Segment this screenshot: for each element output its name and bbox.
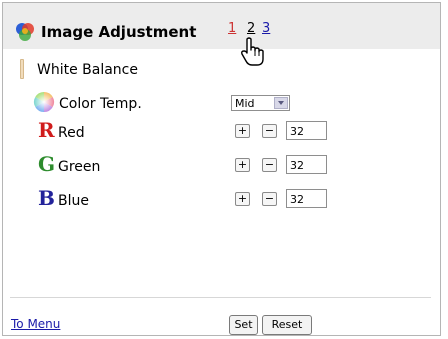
set-button[interactable]: Set [229,315,258,335]
page-link-2[interactable]: 2 [247,21,255,36]
blue-increase-button[interactable]: + [235,192,250,206]
red-increase-button[interactable]: + [235,124,250,138]
section-title: White Balance [37,62,138,78]
blue-decrease-button[interactable]: − [262,192,277,206]
green-decrease-button[interactable]: − [262,158,277,172]
blue-label: Blue [58,193,89,209]
header-bar: Image Adjustment 1 2 3 [3,3,440,66]
chevron-down-icon[interactable] [274,97,288,109]
green-letter-icon: G [38,152,56,176]
footer-divider [10,297,431,298]
image-adjustment-icon [16,23,34,41]
page-link-3[interactable]: 3 [262,21,270,36]
blue-letter-icon: B [38,186,55,210]
settings-panel: Image Adjustment 1 2 3 White Balance Col… [2,2,441,336]
color-temp-label: Color Temp. [59,96,142,112]
red-label: Red [58,125,85,141]
color-wheel-icon [33,91,55,113]
color-temp-value: Mid [235,97,255,110]
red-decrease-button[interactable]: − [262,124,277,138]
page-link-1[interactable]: 1 [228,21,236,36]
to-menu-link[interactable]: To Menu [11,317,60,331]
green-value-input[interactable]: 32 [286,155,327,174]
color-temp-select[interactable]: Mid [231,95,290,111]
green-label: Green [58,159,101,175]
red-value-input[interactable]: 32 [286,121,327,140]
page-title: Image Adjustment [41,23,197,41]
blue-value-input[interactable]: 32 [286,189,327,208]
green-increase-button[interactable]: + [235,158,250,172]
red-letter-icon: R [38,118,55,142]
reset-button[interactable]: Reset [262,315,312,335]
section-marker [20,59,24,79]
hand-cursor-icon [241,37,264,66]
